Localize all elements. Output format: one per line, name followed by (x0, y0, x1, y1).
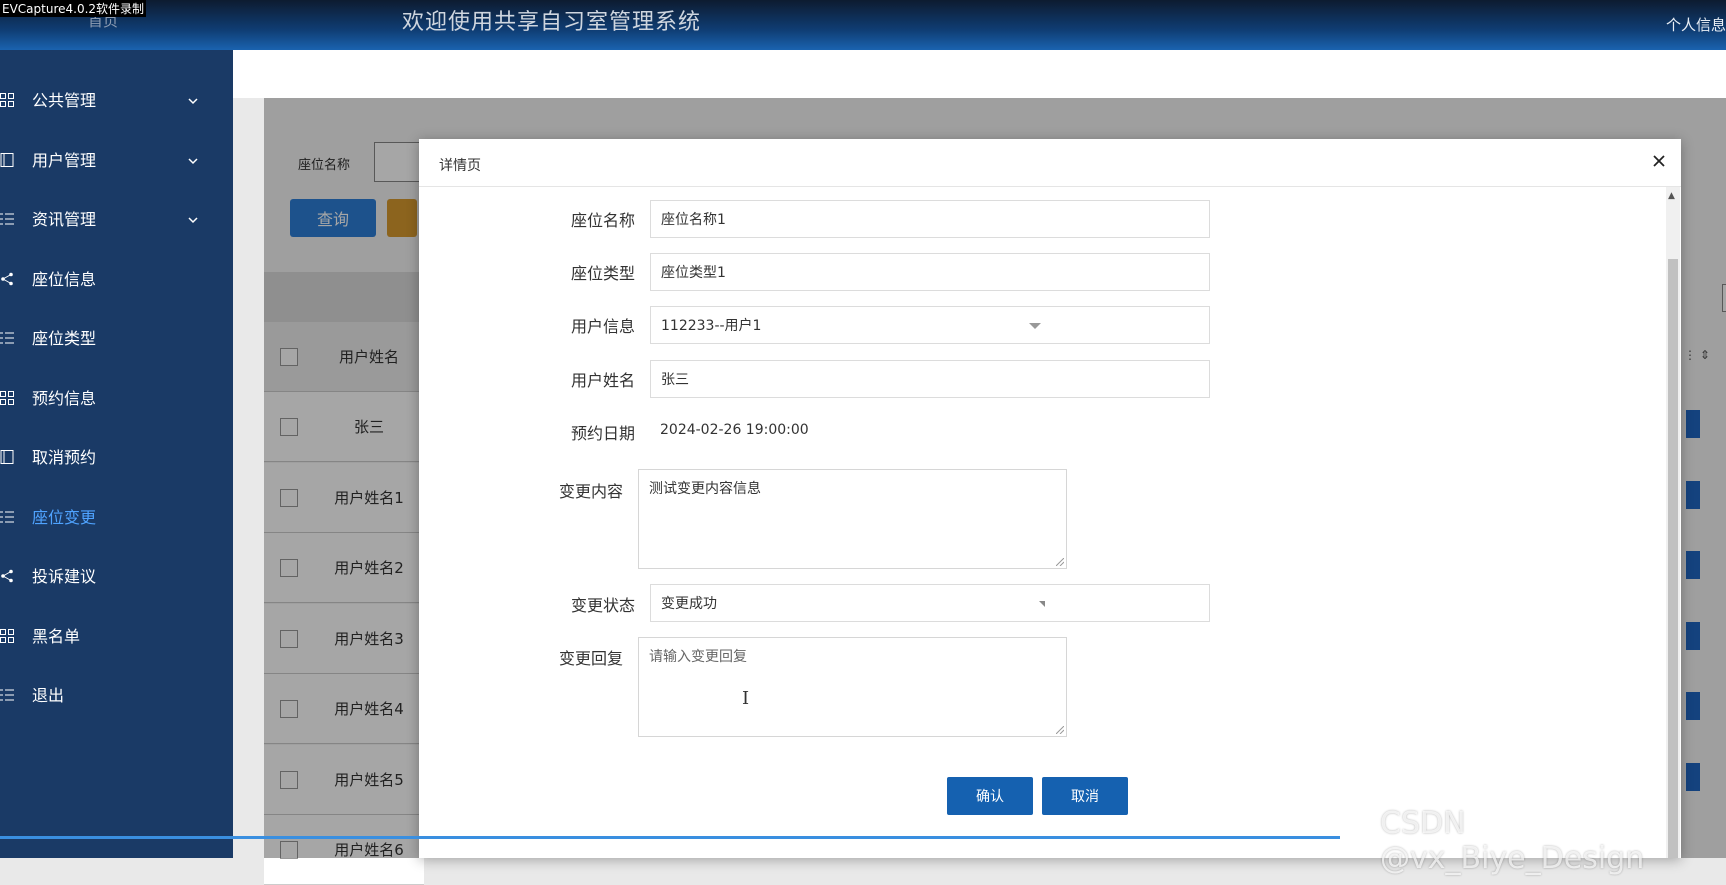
sidebar-item[interactable]: 取消预约 (0, 436, 233, 476)
chevron-down-icon (188, 210, 198, 224)
share-icon (0, 568, 14, 583)
system-title: 欢迎使用共享自习室管理系统 (402, 10, 702, 35)
csdn-watermark: CSDN @vx_Biye_Design (1380, 806, 1645, 876)
share-icon (0, 271, 14, 285)
video-progress-line (0, 836, 1340, 839)
sidebar-item-label: 座位类型 (32, 329, 97, 348)
content-top-bar (233, 50, 1726, 98)
dropdown-arrow-icon (1039, 601, 1045, 607)
cancel-button[interactable]: 取消 (1042, 777, 1128, 815)
change-reply-placeholder: 请输入变更回复 (649, 649, 747, 665)
sidebar: 公共管理用户管理资讯管理座位信息座位类型预约信息取消预约座位变更投诉建议黑名单退… (0, 50, 233, 858)
sidebar-item[interactable]: 预约信息 (0, 377, 233, 417)
confirm-button[interactable]: 确认 (947, 777, 1033, 815)
grid-icon (0, 390, 14, 405)
user-name-field[interactable]: 张三 (650, 360, 1210, 398)
sidebar-item[interactable]: 退出 (0, 674, 233, 714)
change-status-value: 变更成功 (661, 596, 717, 612)
change-status-select[interactable]: 变更成功 (650, 584, 1210, 622)
chevron-down-icon (188, 151, 198, 164)
grid-icon (0, 628, 14, 643)
seat-type-label: 座位类型 (570, 264, 635, 283)
seat-name-field[interactable]: 座位名称1 (650, 200, 1210, 238)
resize-grip-icon[interactable] (1056, 558, 1064, 566)
book-icon (0, 449, 14, 464)
modal-header: 详情页 (419, 139, 1681, 187)
sidebar-item[interactable]: 用户管理 (0, 139, 233, 179)
list-icon (0, 687, 14, 701)
sidebar-item-label: 投诉建议 (32, 567, 97, 586)
scroll-thumb[interactable] (1668, 259, 1678, 858)
resize-grip-icon[interactable] (1056, 726, 1064, 734)
seat-name-label: 座位名称 (570, 211, 635, 230)
sidebar-item-label: 黑名单 (32, 626, 81, 646)
sidebar-item[interactable]: 座位信息 (0, 258, 233, 298)
change-content-textarea[interactable]: 测试变更内容信息 (638, 469, 1067, 569)
sidebar-item-label: 取消预约 (32, 448, 97, 467)
sidebar-item[interactable]: 座位变更 (0, 496, 233, 536)
sidebar-item-label: 退出 (32, 686, 65, 705)
book-icon (0, 152, 14, 167)
sidebar-item[interactable]: 座位类型 (0, 317, 233, 357)
change-content-label: 变更内容 (558, 482, 623, 501)
sidebar-item[interactable]: 公共管理 (0, 79, 233, 119)
booking-date-label: 预约日期 (570, 424, 635, 443)
sidebar-item[interactable]: 黑名单 (0, 615, 233, 655)
recorder-watermark: EVCapture4.0.2软件录制 (0, 0, 147, 17)
booking-date-value: 2024-02-26 19:00:00 (660, 422, 809, 438)
scroll-up-icon[interactable]: ▲ (1668, 191, 1675, 201)
modal-title: 详情页 (439, 158, 481, 174)
change-content-text: 测试变更内容信息 (649, 481, 761, 497)
user-info-value: 112233--用户1 (661, 318, 762, 334)
sidebar-item-label: 资讯管理 (32, 210, 97, 229)
close-icon[interactable] (1649, 151, 1669, 171)
top-header: 首页 欢迎使用共享自习室管理系统 个人信息 EVCapture4.0.2软件录制 (0, 0, 1726, 50)
chevron-down-icon (188, 91, 198, 105)
change-status-label: 变更状态 (570, 596, 635, 615)
list-icon (0, 330, 14, 344)
list-icon (0, 211, 14, 225)
grid-icon (0, 92, 14, 107)
sidebar-item-label: 预约信息 (32, 388, 97, 408)
change-reply-textarea[interactable]: 请输入变更回复 (638, 637, 1067, 737)
sidebar-item-label: 用户管理 (32, 150, 97, 170)
sidebar-item[interactable]: 投诉建议 (0, 555, 233, 595)
change-reply-label: 变更回复 (558, 649, 623, 668)
sidebar-item-label: 公共管理 (32, 91, 97, 110)
sidebar-item-label: 座位信息 (32, 269, 97, 289)
detail-modal: 详情页 座位名称 座位名称1 座位类型 座位类型1 用户信息 112233--用… (419, 139, 1681, 858)
modal-scrollbar[interactable]: ▲ (1666, 187, 1680, 858)
text-cursor-icon: I (742, 688, 750, 709)
sidebar-item[interactable]: 资讯管理 (0, 198, 233, 238)
chevron-down-icon (1029, 323, 1041, 329)
user-info-label: 用户信息 (570, 317, 635, 336)
user-name-label: 用户姓名 (570, 371, 635, 390)
list-icon (0, 509, 14, 523)
seat-type-field[interactable]: 座位类型1 (650, 253, 1210, 291)
user-info-select[interactable]: 112233--用户1 (650, 306, 1210, 344)
profile-link[interactable]: 个人信息 (1666, 14, 1726, 35)
sidebar-item-label: 座位变更 (32, 507, 97, 527)
